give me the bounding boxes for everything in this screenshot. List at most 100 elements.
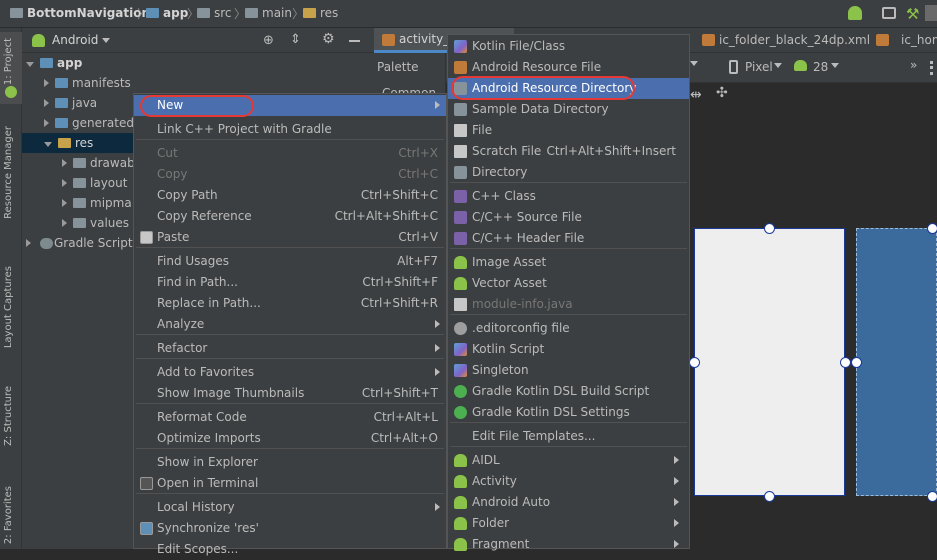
tool-tab-project[interactable]: 1: Project <box>3 38 14 85</box>
resize-handle[interactable] <box>927 223 937 234</box>
new-submenu-item[interactable]: C/C++ Source File <box>448 207 689 228</box>
context-menu-item[interactable]: Edit Scopes... <box>134 539 446 560</box>
tree-item-res[interactable]: res <box>44 136 93 150</box>
context-menu-item[interactable]: Show in Explorer <box>134 452 446 473</box>
context-menu-item[interactable]: Cut Ctrl+X <box>134 143 446 164</box>
tree-item-drawable[interactable]: drawab <box>62 156 135 170</box>
new-submenu-item[interactable]: .editorconfig file <box>448 318 689 339</box>
gear-icon[interactable]: ⚙ <box>322 31 335 47</box>
menu-item-label: Synchronize 'res' <box>157 521 259 535</box>
minimize-icon[interactable] <box>349 40 360 42</box>
align-icon[interactable]: ✣ <box>716 85 728 101</box>
new-submenu-item[interactable]: Kotlin Script <box>448 339 689 360</box>
api-level-selector[interactable]: 28 <box>813 60 828 74</box>
new-submenu-item[interactable]: Activity <box>448 471 689 492</box>
new-submenu-item[interactable]: Folder <box>448 513 689 534</box>
chevron-down-icon[interactable] <box>690 61 698 66</box>
context-menu-item[interactable]: Open in Terminal <box>134 473 446 494</box>
tree-item-app[interactable]: app <box>26 56 82 70</box>
new-submenu-item[interactable]: Vector Asset <box>448 273 689 294</box>
chevron-down-icon[interactable] <box>831 63 839 68</box>
new-submenu-item[interactable]: Directory <box>448 162 689 183</box>
new-submenu-item[interactable]: Fragment <box>448 534 689 555</box>
tree-item-mipmap[interactable]: mipma <box>62 196 132 210</box>
xml-icon <box>876 34 889 46</box>
context-menu-item[interactable]: Copy Ctrl+C <box>134 164 446 185</box>
new-submenu-item[interactable]: C++ Class <box>448 186 689 207</box>
context-menu-item[interactable]: Link C++ Project with Gradle <box>134 119 446 140</box>
breadcrumb-src[interactable]: src <box>197 6 232 20</box>
tree-item-java[interactable]: java <box>44 96 97 110</box>
new-submenu-item[interactable]: Sample Data Directory <box>448 99 689 120</box>
context-menu-item[interactable]: Show Image Thumbnails Ctrl+Shift+T <box>134 383 446 404</box>
more-icon[interactable] <box>930 61 933 75</box>
new-submenu-item[interactable]: Scratch File Ctrl+Alt+Shift+Insert <box>448 141 689 162</box>
layout-icon[interactable] <box>882 7 896 19</box>
new-submenu-item[interactable]: File <box>448 120 689 141</box>
context-menu-item[interactable]: Replace in Path... Ctrl+Shift+R <box>134 293 446 314</box>
chevron-down-icon[interactable] <box>774 63 782 68</box>
tree-item-gradle-scripts[interactable]: Gradle Scripts <box>26 236 139 250</box>
tree-item-values[interactable]: values <box>62 216 129 230</box>
context-menu-item[interactable]: Find in Path... Ctrl+Shift+F <box>134 272 446 293</box>
new-submenu-item[interactable]: Kotlin File/Class <box>448 36 689 57</box>
context-menu-item[interactable]: Local History <box>134 497 446 518</box>
new-submenu-item[interactable]: Android Auto <box>448 492 689 513</box>
tab-ic-folder[interactable]: ic_folder_black_24dp.xml <box>700 28 870 53</box>
locate-icon[interactable]: ⊕ <box>263 33 274 48</box>
resize-handle[interactable] <box>840 357 851 368</box>
android-run-icon[interactable] <box>848 6 862 20</box>
context-menu-item[interactable]: Reformat Code Ctrl+Alt+L <box>134 407 446 428</box>
toolbar-overflow-icon[interactable] <box>925 5 937 21</box>
new-submenu-item[interactable]: Android Resource File <box>448 57 689 78</box>
context-menu-item[interactable]: Optimize Imports Ctrl+Alt+O <box>134 428 446 449</box>
menu-item-label: AIDL <box>472 453 500 467</box>
new-submenu-item[interactable]: module-info.java <box>448 294 689 315</box>
new-submenu-item[interactable]: Gradle Kotlin DSL Settings <box>448 402 689 423</box>
context-menu-item[interactable]: Paste Ctrl+V <box>134 227 446 248</box>
hammer-icon[interactable]: ⚒ <box>906 5 919 23</box>
resize-handle[interactable] <box>764 223 775 234</box>
tool-tab-resource-manager[interactable]: Resource Manager <box>3 126 14 219</box>
submenu-arrow-icon <box>435 503 440 511</box>
resize-handle[interactable] <box>927 491 937 502</box>
chevron-down-icon[interactable] <box>102 38 110 43</box>
tree-item-manifests[interactable]: manifests <box>44 76 131 90</box>
tool-tab-layout-captures[interactable]: Layout Captures <box>3 266 14 348</box>
design-preview-phone[interactable] <box>689 223 851 502</box>
new-submenu-item[interactable]: Edit File Templates... <box>448 426 689 447</box>
context-menu-item[interactable]: Copy Reference Ctrl+Alt+Shift+C <box>134 206 446 227</box>
overflow-icon[interactable]: » <box>910 58 917 72</box>
folder-icon <box>73 218 86 228</box>
context-menu-item[interactable]: Add to Favorites <box>134 362 446 383</box>
pan-icon[interactable]: ⇹ <box>690 87 702 103</box>
new-submenu-item[interactable]: Gradle Kotlin DSL Build Script <box>448 381 689 402</box>
tool-tab-favorites[interactable]: 2: Favorites <box>3 486 14 544</box>
menu-item-label: Find in Path... <box>157 275 238 289</box>
context-menu-item[interactable]: Synchronize 'res' <box>134 518 446 539</box>
context-menu-item[interactable]: Refactor <box>134 338 446 359</box>
tree-item-layout[interactable]: layout <box>62 176 127 190</box>
resize-handle[interactable] <box>851 357 862 368</box>
collapse-icon[interactable]: ⇕ <box>290 32 301 47</box>
view-mode-selector[interactable]: Android <box>52 33 98 47</box>
new-submenu-item[interactable]: Singleton <box>448 360 689 381</box>
new-submenu-item[interactable]: Image Asset <box>448 252 689 273</box>
tool-tab-structure[interactable]: Z: Structure <box>3 386 14 446</box>
device-selector[interactable]: Pixel <box>745 60 773 74</box>
context-menu-item[interactable]: Analyze <box>134 314 446 335</box>
breadcrumb-main[interactable]: main <box>245 6 292 20</box>
breadcrumb-module[interactable]: app <box>146 6 188 20</box>
context-menu-item[interactable]: Copy Path Ctrl+Shift+C <box>134 185 446 206</box>
tab-ic-home[interactable]: ic_hom <box>874 28 937 53</box>
context-menu-item[interactable]: Find Usages Alt+F7 <box>134 251 446 272</box>
breadcrumb-project[interactable]: BottomNavigation <box>10 6 150 20</box>
menu-item-label: Gradle Kotlin DSL Settings <box>472 405 630 419</box>
new-submenu-item[interactable]: C/C++ Header File <box>448 228 689 249</box>
blueprint-preview[interactable] <box>851 223 937 502</box>
resize-handle[interactable] <box>764 491 775 502</box>
tree-item-generated[interactable]: generated <box>44 116 134 130</box>
resize-handle[interactable] <box>689 357 700 368</box>
breadcrumb-res[interactable]: res <box>303 6 338 20</box>
new-submenu-item[interactable]: AIDL <box>448 450 689 471</box>
